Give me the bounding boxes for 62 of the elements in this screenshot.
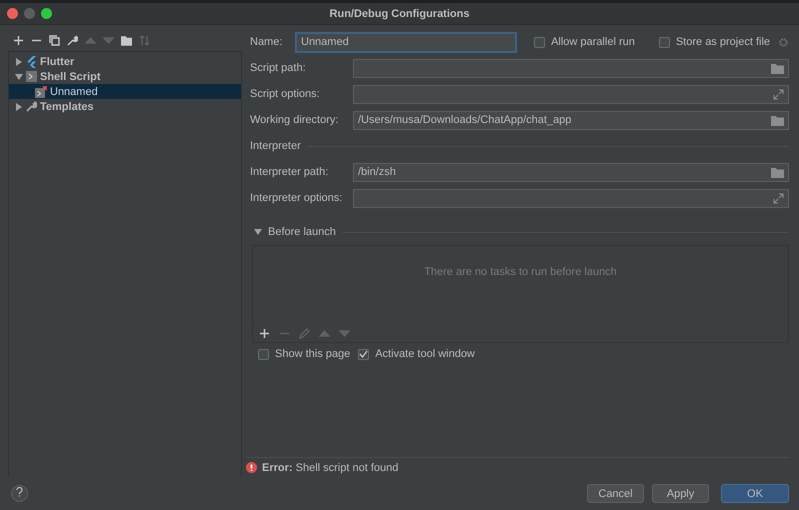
terminal-icon xyxy=(26,71,37,82)
move-down-icon[interactable] xyxy=(339,328,350,339)
checkbox[interactable] xyxy=(358,348,370,360)
checkbox-label: Store as project file xyxy=(676,36,770,48)
tree-item[interactable]: Templates xyxy=(9,99,241,114)
folder-icon[interactable] xyxy=(771,62,784,74)
field-label: Interpreter path: xyxy=(250,166,330,178)
checkbox[interactable] xyxy=(658,36,670,48)
empty-message: There are no tasks to run before launch xyxy=(424,266,617,280)
zoom-button[interactable] xyxy=(41,8,52,19)
section-title[interactable]: Before launch xyxy=(268,226,336,238)
checkbox[interactable] xyxy=(534,36,546,48)
error-icon xyxy=(246,462,257,473)
flutter-icon xyxy=(26,56,37,68)
error-message: Error: Shell script not found xyxy=(262,462,398,474)
input-field[interactable] xyxy=(353,58,789,78)
wrench-icon xyxy=(26,101,37,112)
move-up-icon[interactable] xyxy=(319,328,330,339)
input-field[interactable]: /Users/musa/Downloads/ChatApp/chat_app xyxy=(353,110,789,130)
collapsed-arrow-icon xyxy=(15,102,23,110)
expand-icon[interactable] xyxy=(773,88,784,100)
pencil-icon[interactable] xyxy=(299,328,310,339)
add-icon[interactable] xyxy=(13,34,24,46)
question-mark-icon xyxy=(16,487,23,497)
name-field[interactable]: Unnamed xyxy=(296,32,516,52)
dialog-button[interactable]: OK xyxy=(721,484,789,503)
new-folder-icon[interactable] xyxy=(121,34,132,46)
help-button[interactable] xyxy=(11,485,28,502)
close-button[interactable] xyxy=(7,8,18,19)
copy-icon[interactable] xyxy=(49,34,60,46)
expand-icon[interactable] xyxy=(773,192,784,204)
move-down-icon[interactable] xyxy=(103,34,114,46)
input-field[interactable] xyxy=(353,84,789,104)
field-label: Script path: xyxy=(250,62,307,74)
section-title: Interpreter xyxy=(250,140,301,152)
input-field[interactable] xyxy=(353,188,789,208)
add-icon[interactable] xyxy=(259,328,270,339)
checkbox-label: Show this page xyxy=(275,348,350,360)
collapsed-arrow-icon xyxy=(15,58,23,66)
checkbox-label: Activate tool window xyxy=(375,348,475,360)
field-label: Interpreter options: xyxy=(250,192,344,204)
checkbox[interactable] xyxy=(258,348,269,360)
expanded-arrow-icon xyxy=(254,228,262,236)
field-label: Name: xyxy=(250,36,284,48)
wrench-icon[interactable] xyxy=(67,34,78,46)
tree-item[interactable]: Shell Script xyxy=(9,69,241,84)
dialog-button[interactable]: Cancel xyxy=(587,484,644,503)
checkbox-label: Allow parallel run xyxy=(551,36,635,48)
terminal-error-icon xyxy=(35,86,47,98)
minimize-button[interactable] xyxy=(24,8,35,19)
dialog-button[interactable]: Apply xyxy=(652,484,709,503)
sort-icon[interactable] xyxy=(139,34,150,46)
move-up-icon[interactable] xyxy=(85,34,96,46)
field-label: Working directory: xyxy=(250,114,340,126)
expanded-arrow-icon xyxy=(15,72,23,80)
tree-item[interactable]: Unnamed xyxy=(9,84,241,99)
input-field[interactable]: /bin/zsh xyxy=(353,162,789,182)
field-label: Script options: xyxy=(250,88,321,100)
folder-icon[interactable] xyxy=(771,166,784,178)
window-title: Run/Debug Configurations xyxy=(330,8,470,20)
folder-icon[interactable] xyxy=(771,114,784,126)
tree-item[interactable]: Flutter xyxy=(9,54,241,69)
